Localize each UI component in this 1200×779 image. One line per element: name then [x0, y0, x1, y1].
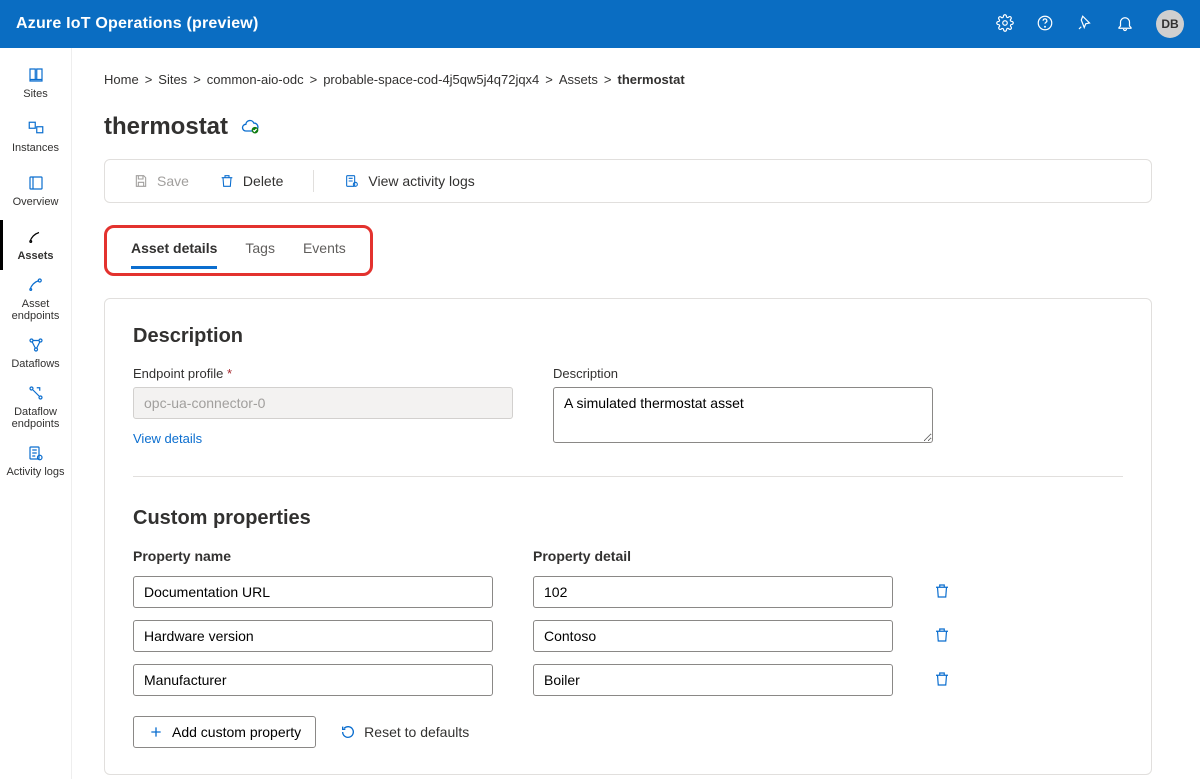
delete-row-button[interactable]	[933, 626, 951, 647]
page-title: thermostat	[104, 113, 228, 141]
cloud-check-icon	[240, 116, 260, 139]
separator	[313, 170, 314, 192]
sidebar-item-activity-logs[interactable]: Activity logs	[0, 434, 71, 488]
assets-icon	[27, 228, 45, 246]
plus-icon	[148, 724, 164, 740]
crumb[interactable]: Assets	[559, 72, 598, 87]
crumb[interactable]: common-aio-odc	[207, 72, 304, 87]
delete-button[interactable]: Delete	[219, 173, 283, 189]
toolbar: Save Delete View activity logs	[104, 159, 1152, 203]
tab-tags[interactable]: Tags	[245, 240, 275, 269]
prop-detail-input[interactable]	[533, 664, 893, 696]
custom-prop-row	[133, 620, 1123, 652]
sidebar-item-sites[interactable]: Sites	[0, 56, 71, 110]
prop-name-input[interactable]	[133, 664, 493, 696]
section-description-heading: Description	[133, 325, 1123, 348]
add-custom-property-button[interactable]: Add custom property	[133, 716, 316, 748]
breadcrumb: Home> Sites> common-aio-odc> probable-sp…	[104, 72, 1152, 87]
content-card: Description Endpoint profile * View deta…	[104, 298, 1152, 775]
save-icon	[133, 173, 149, 189]
tab-events[interactable]: Events	[303, 240, 346, 269]
settings-icon[interactable]	[996, 14, 1014, 35]
asset-endpoints-icon	[27, 276, 45, 294]
feedback-icon[interactable]	[1076, 14, 1094, 35]
divider	[133, 476, 1123, 477]
sidebar-item-asset-endpoints[interactable]: Asset endpoints	[0, 272, 71, 326]
sidebar-item-instances[interactable]: Instances	[0, 110, 71, 164]
notification-icon[interactable]	[1116, 14, 1134, 35]
endpoint-profile-field: Endpoint profile * View details	[133, 366, 513, 446]
custom-prop-row	[133, 576, 1123, 608]
main-scroll[interactable]: Home> Sites> common-aio-odc> probable-sp…	[72, 48, 1200, 779]
activity-logs-icon	[27, 444, 45, 462]
topbar: Azure IoT Operations (preview) DB	[0, 0, 1200, 48]
crumb-current: thermostat	[618, 72, 685, 87]
dataflow-endpoints-icon	[27, 384, 45, 402]
view-logs-button[interactable]: View activity logs	[344, 173, 474, 189]
brand-title: Azure IoT Operations (preview)	[16, 15, 258, 33]
description-input[interactable]: A simulated thermostat asset	[553, 387, 933, 443]
custom-props-header: Property name Property detail	[133, 548, 1123, 564]
book-icon	[27, 66, 45, 84]
overview-icon	[27, 174, 45, 192]
save-button: Save	[133, 173, 189, 189]
crumb[interactable]: probable-space-cod-4j5qw5j4q72jqx4	[323, 72, 539, 87]
delete-row-button[interactable]	[933, 582, 951, 603]
view-details-link[interactable]: View details	[133, 431, 202, 446]
tabs-highlight-box: Asset details Tags Events	[104, 225, 373, 276]
endpoint-profile-input	[133, 387, 513, 419]
sidebar-item-overview[interactable]: Overview	[0, 164, 71, 218]
description-field: Description A simulated thermostat asset	[553, 366, 933, 446]
prop-detail-input[interactable]	[533, 620, 893, 652]
crumb[interactable]: Sites	[158, 72, 187, 87]
section-custom-heading: Custom properties	[133, 507, 1123, 530]
logs-icon	[344, 173, 360, 189]
reset-defaults-button[interactable]: Reset to defaults	[340, 724, 469, 740]
prop-name-input[interactable]	[133, 620, 493, 652]
custom-prop-row	[133, 664, 1123, 696]
sidenav: Sites Instances Overview Assets Asset en…	[0, 48, 72, 779]
avatar[interactable]: DB	[1156, 10, 1184, 38]
sidebar-item-assets[interactable]: Assets	[0, 218, 71, 272]
instances-icon	[27, 120, 45, 138]
sidebar-item-dataflow-endpoints[interactable]: Dataflow endpoints	[0, 380, 71, 434]
delete-row-button[interactable]	[933, 670, 951, 691]
reset-icon	[340, 724, 356, 740]
prop-detail-input[interactable]	[533, 576, 893, 608]
prop-name-input[interactable]	[133, 576, 493, 608]
tab-asset-details[interactable]: Asset details	[131, 240, 217, 269]
delete-icon	[219, 173, 235, 189]
crumb[interactable]: Home	[104, 72, 139, 87]
help-icon[interactable]	[1036, 14, 1054, 35]
dataflows-icon	[27, 336, 45, 354]
sidebar-item-dataflows[interactable]: Dataflows	[0, 326, 71, 380]
